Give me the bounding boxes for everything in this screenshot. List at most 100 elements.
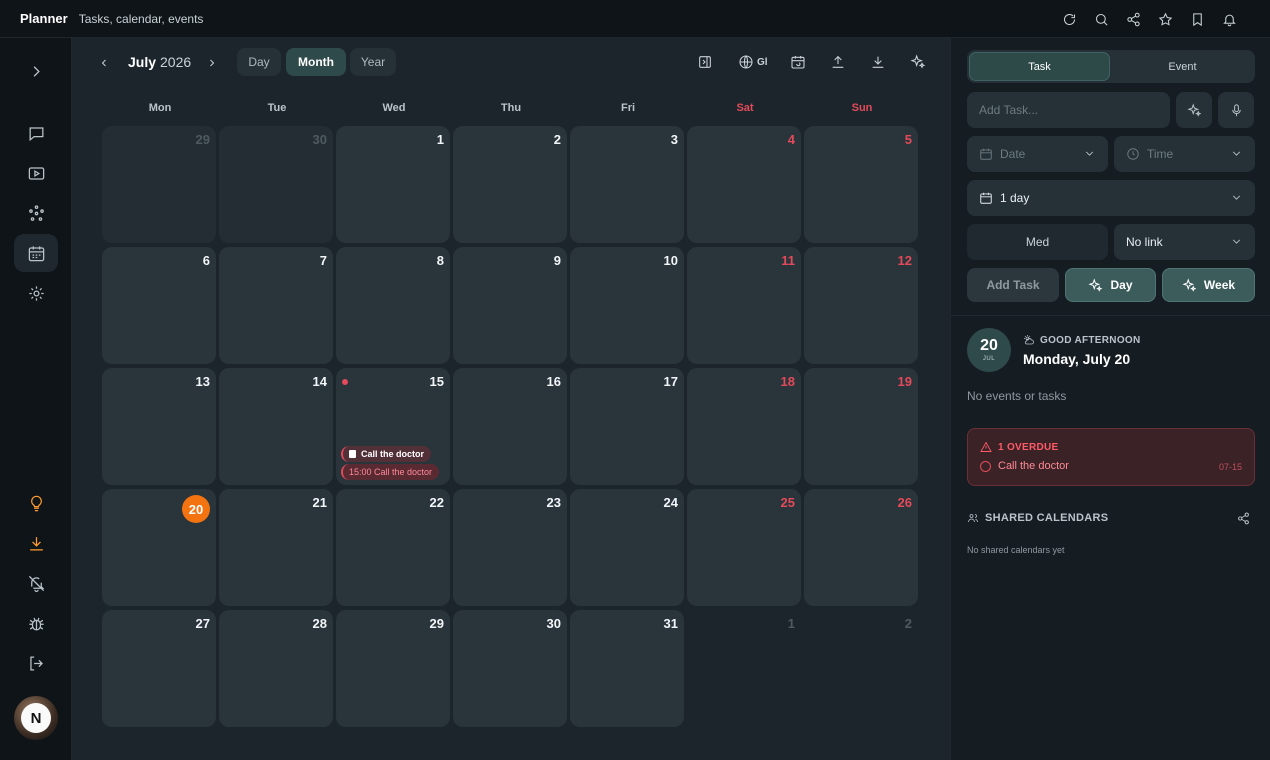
avatar[interactable]: N: [14, 696, 58, 740]
overdue-card: 1 OVERDUE Call the doctor 07-15: [967, 428, 1255, 486]
upload-icon[interactable]: [830, 52, 846, 72]
priority-select[interactable]: Med: [967, 224, 1108, 260]
checkbox-circle-icon[interactable]: [980, 460, 991, 472]
day-cell[interactable]: 19: [804, 368, 918, 485]
day-number: 4: [787, 132, 795, 147]
day-cell[interactable]: 2: [804, 610, 918, 727]
day-cell[interactable]: 2: [453, 126, 567, 243]
download-icon[interactable]: [14, 524, 58, 562]
view-month-button[interactable]: Month: [286, 48, 346, 76]
day-cell[interactable]: 27: [102, 610, 216, 727]
day-number: 15: [429, 374, 444, 389]
event-chip[interactable]: 15:00 Call the doctor: [341, 464, 440, 480]
day-cell[interactable]: 24: [570, 489, 684, 606]
microphone-button[interactable]: [1218, 92, 1254, 128]
lightbulb-icon[interactable]: [14, 484, 58, 522]
expand-icon[interactable]: [14, 52, 58, 90]
bookmark-icon[interactable]: [1188, 10, 1206, 28]
tab-task[interactable]: Task: [969, 52, 1110, 81]
day-cell[interactable]: 29: [336, 610, 450, 727]
link-select[interactable]: No link: [1114, 224, 1255, 260]
refresh-icon[interactable]: [1060, 10, 1078, 28]
ai-sparkle-button[interactable]: [1176, 92, 1212, 128]
day-cell[interactable]: 14: [219, 368, 333, 485]
day-cell[interactable]: 31: [570, 610, 684, 727]
day-cell[interactable]: 30: [219, 126, 333, 243]
day-cell[interactable]: 9: [453, 247, 567, 364]
prev-month-icon[interactable]: [94, 53, 114, 73]
view-year-button[interactable]: Year: [350, 48, 396, 76]
bug-icon[interactable]: [14, 604, 58, 642]
day-cell[interactable]: 13: [102, 368, 216, 485]
chevron-down-icon: [1232, 195, 1241, 200]
no-events-text: No events or tasks: [967, 389, 1067, 403]
duration-value: 1 day: [1000, 191, 1030, 205]
no-shared-text: No shared calendars yet: [967, 545, 1065, 555]
star-icon[interactable]: [1156, 10, 1174, 28]
day-cell[interactable]: 26: [804, 489, 918, 606]
day-cell[interactable]: 28: [219, 610, 333, 727]
calendar-sync-icon[interactable]: [790, 52, 806, 72]
chat-icon[interactable]: [14, 114, 58, 152]
settings-icon[interactable]: [14, 274, 58, 312]
logout-icon[interactable]: [14, 644, 58, 682]
duration-select[interactable]: 1 day: [967, 180, 1255, 216]
network-icon[interactable]: [14, 194, 58, 232]
next-month-icon[interactable]: [202, 53, 222, 73]
day-number: 10: [663, 253, 678, 268]
globe-icon[interactable]: Gl: [738, 52, 768, 72]
share-icon[interactable]: [1124, 10, 1142, 28]
add-task-input[interactable]: Add Task...: [967, 92, 1170, 128]
day-number: 30: [546, 616, 561, 631]
day-cell-today[interactable]: 20: [102, 489, 216, 606]
overdue-item[interactable]: Call the doctor: [980, 460, 1069, 472]
day-number: 9: [553, 253, 561, 268]
day-cell[interactable]: 17: [570, 368, 684, 485]
video-icon[interactable]: [14, 154, 58, 192]
day-cell[interactable]: 10: [570, 247, 684, 364]
view-day-button[interactable]: Day: [237, 48, 281, 76]
task-chip[interactable]: Call the doctor: [341, 446, 432, 462]
bell-off-icon[interactable]: [14, 564, 58, 602]
day-cell[interactable]: 15 Call the doctor 15:00 Call the doctor: [336, 368, 450, 485]
share-icon[interactable]: [1237, 512, 1250, 530]
day-cell[interactable]: 16: [453, 368, 567, 485]
clock-icon: [1127, 148, 1139, 160]
day-cell[interactable]: 18: [687, 368, 801, 485]
year-value: 2026: [160, 54, 192, 70]
day-cell[interactable]: 3: [570, 126, 684, 243]
task-event-toggle: Task Event: [967, 50, 1255, 83]
sparkles-icon[interactable]: [910, 52, 926, 72]
day-cell[interactable]: 12: [804, 247, 918, 364]
time-select[interactable]: Time: [1114, 136, 1255, 172]
tab-event[interactable]: Event: [1112, 52, 1253, 81]
day-cell[interactable]: 11: [687, 247, 801, 364]
day-number: 17: [663, 374, 678, 389]
ai-day-label: Day: [1110, 278, 1133, 292]
day-cell[interactable]: 22: [336, 489, 450, 606]
day-cell[interactable]: 29: [102, 126, 216, 243]
download-icon[interactable]: [870, 52, 886, 72]
bell-icon[interactable]: [1220, 10, 1238, 28]
day-cell[interactable]: 25: [687, 489, 801, 606]
day-cell[interactable]: 5: [804, 126, 918, 243]
calendar-icon: [980, 192, 992, 204]
day-cell[interactable]: 4: [687, 126, 801, 243]
day-cell[interactable]: 23: [453, 489, 567, 606]
day-cell[interactable]: 30: [453, 610, 567, 727]
day-cell[interactable]: 7: [219, 247, 333, 364]
day-cell[interactable]: 1: [336, 126, 450, 243]
day-cell[interactable]: 1: [687, 610, 801, 727]
full-date: Monday, July 20: [1023, 351, 1131, 367]
day-cell[interactable]: 8: [336, 247, 450, 364]
sidebar-toggle-icon[interactable]: [697, 52, 713, 72]
day-cell[interactable]: 21: [219, 489, 333, 606]
day-cell[interactable]: 6: [102, 247, 216, 364]
chevron-down-icon: [1232, 239, 1241, 244]
ai-week-button[interactable]: Week: [1162, 268, 1255, 302]
calendar-icon[interactable]: [14, 234, 58, 272]
add-task-button[interactable]: Add Task: [967, 268, 1059, 302]
date-select[interactable]: Date: [967, 136, 1108, 172]
search-icon[interactable]: [1092, 10, 1110, 28]
ai-day-button[interactable]: Day: [1065, 268, 1156, 302]
